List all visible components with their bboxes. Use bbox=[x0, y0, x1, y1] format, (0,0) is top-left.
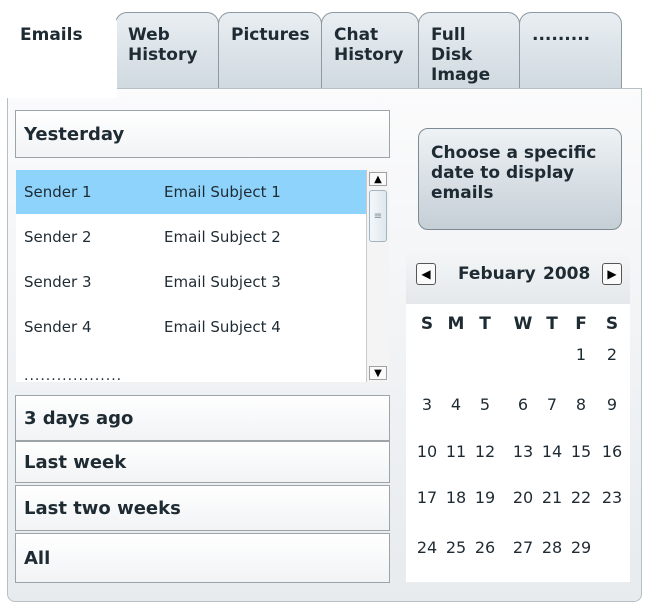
email-subject: Email Subject 2 bbox=[164, 228, 281, 246]
group-header-3-days-ago[interactable]: 3 days ago bbox=[15, 395, 390, 441]
calendar-header: ◀ Febuary 2008 ▶ bbox=[406, 252, 630, 304]
calendar-day[interactable]: 26 bbox=[472, 538, 498, 557]
group-label: Yesterday bbox=[24, 123, 125, 145]
email-row[interactable]: Sender 2 Email Subject 2 bbox=[16, 215, 366, 259]
calendar-day[interactable]: 7 bbox=[539, 395, 565, 414]
calendar-day[interactable]: 6 bbox=[510, 395, 536, 414]
email-row[interactable]: Sender 3 Email Subject 3 bbox=[16, 260, 366, 304]
calendar-day[interactable]: 13 bbox=[510, 442, 536, 461]
calendar-day[interactable]: 22 bbox=[568, 488, 594, 507]
calendar-day[interactable]: 11 bbox=[443, 442, 469, 461]
calendar-day[interactable]: 4 bbox=[443, 395, 469, 414]
scroll-up-icon[interactable]: ▲ bbox=[369, 172, 387, 186]
scroll-down-icon[interactable]: ▼ bbox=[369, 366, 387, 380]
group-header-all[interactable]: All bbox=[15, 533, 390, 583]
group-header-yesterday[interactable]: Yesterday bbox=[15, 110, 390, 158]
choose-date-label: Choose a specific date to display emails bbox=[431, 143, 597, 203]
weekday-label: W bbox=[513, 314, 533, 334]
email-subject: Email Subject 4 bbox=[164, 318, 281, 336]
weekday-label: T bbox=[479, 314, 491, 334]
group-label: All bbox=[24, 547, 51, 569]
weekday-label: F bbox=[575, 314, 587, 334]
email-row[interactable]: Sender 1 Email Subject 1 bbox=[16, 170, 366, 214]
group-label: Last week bbox=[24, 451, 127, 473]
calendar-day[interactable]: 24 bbox=[414, 538, 440, 557]
calendar-day[interactable]: 14 bbox=[539, 442, 565, 461]
calendar-day[interactable]: 18 bbox=[443, 488, 469, 507]
calendar: ◀ Febuary 2008 ▶ S M T W T F S 1 2 3 4 5 6 7 8 9 10 11 12 1… bbox=[406, 252, 630, 582]
prev-month-icon[interactable]: ◀ bbox=[416, 263, 436, 285]
next-month-icon[interactable]: ▶ bbox=[602, 263, 622, 285]
calendar-day[interactable]: 1 bbox=[568, 345, 594, 364]
calendar-day[interactable]: 20 bbox=[510, 488, 536, 507]
group-label: 3 days ago bbox=[24, 407, 134, 429]
email-sender: Sender 3 bbox=[24, 273, 92, 291]
calendar-day[interactable]: 16 bbox=[599, 442, 625, 461]
weekday-label: T bbox=[546, 314, 558, 334]
calendar-day[interactable]: 8 bbox=[568, 395, 594, 414]
calendar-day[interactable]: 2 bbox=[599, 345, 625, 364]
email-subject: Email Subject 1 bbox=[164, 183, 281, 201]
calendar-day[interactable]: 21 bbox=[539, 488, 565, 507]
email-row[interactable]: Sender 4 Email Subject 4 bbox=[16, 305, 366, 349]
calendar-day[interactable]: 3 bbox=[414, 395, 440, 414]
email-subject: Email Subject 3 bbox=[164, 273, 281, 291]
calendar-day[interactable]: 23 bbox=[599, 488, 625, 507]
calendar-day[interactable]: 27 bbox=[510, 538, 536, 557]
group-header-last-two-weeks[interactable]: Last two weeks bbox=[15, 485, 390, 531]
group-label: Last two weeks bbox=[24, 497, 181, 519]
email-sender: Sender 1 bbox=[24, 183, 92, 201]
calendar-day[interactable]: 29 bbox=[568, 538, 594, 557]
calendar-day[interactable]: 10 bbox=[414, 442, 440, 461]
calendar-day[interactable]: 5 bbox=[472, 395, 498, 414]
email-list: Sender 1 Email Subject 1 Sender 2 Email … bbox=[16, 170, 389, 382]
calendar-month: Febuary bbox=[458, 264, 536, 284]
scroll-thumb[interactable]: ≡ bbox=[369, 190, 387, 242]
calendar-day[interactable]: 12 bbox=[472, 442, 498, 461]
calendar-day[interactable]: 28 bbox=[539, 538, 565, 557]
choose-date-button[interactable]: Choose a specific date to display emails bbox=[418, 128, 622, 230]
calendar-year: 2008 bbox=[543, 264, 591, 284]
email-sender: Sender 4 bbox=[24, 318, 92, 336]
email-sender: Sender 2 bbox=[24, 228, 92, 246]
weekday-label: S bbox=[420, 314, 434, 334]
calendar-day[interactable]: 19 bbox=[472, 488, 498, 507]
email-list-scrollbar[interactable]: ▲ ≡ ▼ bbox=[366, 170, 389, 382]
calendar-day[interactable]: 9 bbox=[599, 395, 625, 414]
list-more-indicator: .................. bbox=[24, 368, 123, 384]
weekday-label: S bbox=[605, 314, 619, 334]
calendar-day[interactable]: 25 bbox=[443, 538, 469, 557]
calendar-day[interactable]: 15 bbox=[568, 442, 594, 461]
group-header-last-week[interactable]: Last week bbox=[15, 441, 390, 483]
weekday-label: M bbox=[447, 314, 465, 334]
calendar-day[interactable]: 17 bbox=[414, 488, 440, 507]
